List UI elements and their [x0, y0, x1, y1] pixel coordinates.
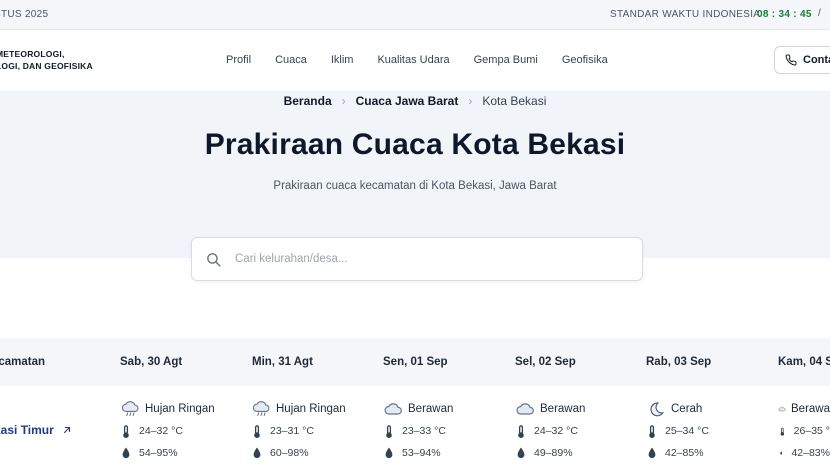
condition-label: Cerah: [671, 403, 703, 415]
contact-label: Conta: [803, 54, 830, 66]
thermometer-icon: [254, 424, 260, 438]
page-title: Prakiraan Cuaca Kota Bekasi: [204, 128, 626, 161]
temperature-range: 24–32 °C: [139, 425, 183, 437]
column-header-day: Sab, 30 Agt: [120, 356, 183, 368]
forecast-cell[interactable]: Cerah 25–34 °C 42–85%: [646, 398, 776, 464]
condition-label: Berawa: [791, 403, 830, 415]
search-box: [191, 237, 643, 281]
separator: /: [818, 8, 822, 19]
droplet-icon: [780, 451, 783, 455]
cloud-drizzle-icon: [121, 401, 139, 416]
breadcrumb-current: Kota Bekasi: [482, 94, 547, 108]
humidity-range: 53–94%: [402, 447, 441, 459]
droplet-icon: [122, 447, 130, 459]
thermometer-icon: [649, 424, 655, 438]
temperature-range: 26–35 °: [793, 425, 830, 437]
brand-line-1: METEOROLOGI,: [0, 49, 65, 59]
column-header-day: Sel, 02 Sep: [515, 356, 576, 368]
nav-item-iklim[interactable]: Iklim: [331, 54, 354, 66]
cloud-icon: [384, 403, 402, 415]
forecast-cell[interactable]: Berawan 23–33 °C 53–94%: [383, 398, 513, 464]
chevron-right-icon: ›: [468, 94, 473, 108]
forecast-cell[interactable]: Berawa 26–35 ° 42–83%: [778, 398, 830, 464]
temperature-range: 25–34 °C: [665, 425, 709, 437]
breadcrumb-beranda[interactable]: Beranda: [284, 94, 332, 108]
forecast-table-header: ecamatan Sab, 30 Agt Min, 31 Agt Sen, 01…: [0, 338, 830, 386]
kecamatan-name: kasi Timur: [0, 423, 54, 437]
thermometer-icon: [518, 424, 524, 438]
contact-button[interactable]: Conta: [774, 46, 830, 74]
humidity-range: 49–89%: [534, 447, 573, 459]
search-icon: [207, 253, 221, 267]
search-input[interactable]: [235, 238, 625, 280]
brand-line-2: LOGI, DAN GEOFISIKA: [0, 61, 93, 71]
site-brand[interactable]: METEOROLOGI, LOGI, DAN GEOFISIKA: [0, 48, 93, 72]
page-subtitle: Prakiraan cuaca kecamatan di Kota Bekasi…: [273, 180, 557, 192]
main-nav: Profil Cuaca Iklim Kualitas Udara Gempa …: [226, 54, 632, 66]
column-header-day: Kam, 04 S: [778, 356, 830, 368]
thermometer-icon: [780, 427, 785, 436]
thermometer-icon: [386, 424, 392, 438]
phone-icon: [785, 54, 797, 66]
thermometer-icon: [123, 424, 129, 438]
breadcrumb: Beranda › Cuaca Jawa Barat › Kota Bekasi: [0, 94, 830, 108]
humidity-range: 60–98%: [270, 447, 309, 459]
temperature-range: 23–31 °C: [270, 425, 314, 437]
hero-section: Beranda › Cuaca Jawa Barat › Kota Bekasi…: [0, 92, 830, 258]
nav-item-kualitas-udara[interactable]: Kualitas Udara: [377, 54, 449, 66]
condition-label: Hujan Ringan: [276, 403, 346, 415]
column-header-day: Sen, 01 Sep: [383, 356, 448, 368]
clock: 08 : 34 : 45: [757, 9, 812, 20]
temperature-range: 23–33 °C: [402, 425, 446, 437]
breadcrumb-cuaca-jawa-barat[interactable]: Cuaca Jawa Barat: [356, 94, 459, 108]
column-header-day: Min, 31 Agt: [252, 356, 313, 368]
droplet-icon: [648, 447, 656, 459]
droplet-icon: [517, 447, 525, 459]
condition-label: Berawan: [408, 403, 454, 415]
droplet-icon: [385, 447, 393, 459]
arrow-up-right-icon: [63, 426, 70, 434]
condition-label: Berawan: [540, 403, 586, 415]
forecast-cell[interactable]: Hujan Ringan 23–31 °C 60–98%: [251, 398, 381, 464]
humidity-range: 54–95%: [139, 447, 178, 459]
timezone-label: STANDAR WAKTU INDONESIA: [610, 9, 761, 20]
cloud-icon: [778, 406, 786, 412]
chevron-right-icon: ›: [341, 94, 346, 108]
moon-icon: [650, 402, 664, 417]
nav-item-geofisika[interactable]: Geofisika: [562, 54, 608, 66]
cloud-icon: [516, 403, 534, 415]
current-date: STUS 2025: [0, 9, 49, 20]
nav-item-profil[interactable]: Profil: [226, 54, 251, 66]
cloud-drizzle-icon: [252, 401, 270, 416]
droplet-icon: [253, 447, 261, 459]
forecast-cell[interactable]: Berawan 24–32 °C 49–89%: [515, 398, 645, 464]
site-header: METEOROLOGI, LOGI, DAN GEOFISIKA Profil …: [0, 30, 830, 92]
forecast-cell[interactable]: Hujan Ringan 24–32 °C 54–95%: [120, 398, 250, 464]
temperature-range: 24–32 °C: [534, 425, 578, 437]
nav-item-gempa-bumi[interactable]: Gempa Bumi: [474, 54, 538, 66]
column-header-kecamatan: ecamatan: [0, 356, 46, 368]
column-header-day: Rab, 03 Sep: [646, 356, 712, 368]
top-info-bar: STUS 2025 STANDAR WAKTU INDONESIA 08 : 3…: [0, 0, 830, 30]
condition-label: Hujan Ringan: [145, 403, 215, 415]
humidity-range: 42–83%: [791, 447, 830, 459]
nav-item-cuaca[interactable]: Cuaca: [275, 54, 307, 66]
humidity-range: 42–85%: [665, 447, 704, 459]
kecamatan-link[interactable]: kasi Timur: [0, 423, 72, 437]
